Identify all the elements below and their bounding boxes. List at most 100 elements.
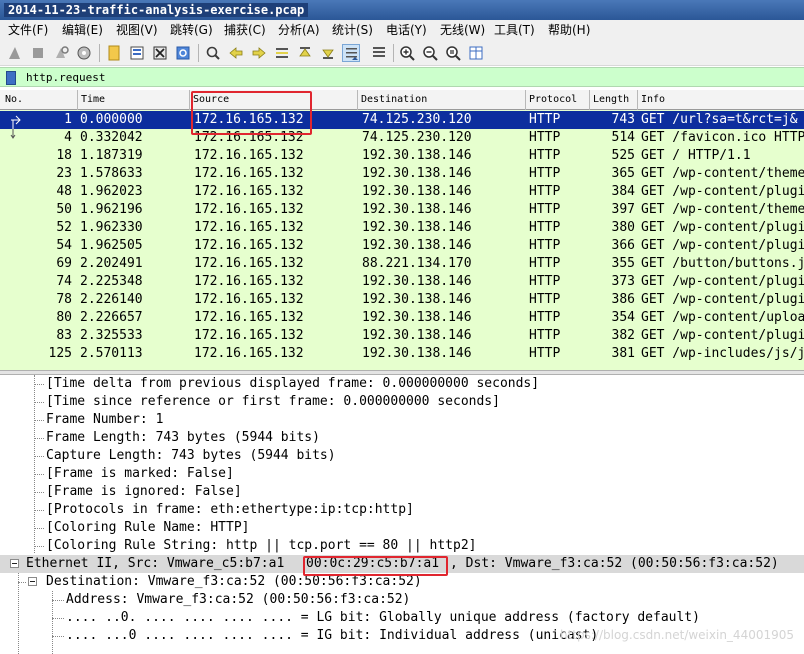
zoom-normal-icon[interactable] — [444, 44, 462, 62]
packet-list[interactable]: No. Time Source Destination Protocol Len… — [0, 90, 804, 370]
packet-cell-no: 74 — [56, 274, 72, 289]
packet-cell-dst: 192.30.138.146 — [362, 346, 472, 361]
close-file-icon[interactable] — [151, 44, 169, 62]
packet-cell-proto: HTTP — [529, 166, 561, 181]
packet-cell-dst: 192.30.138.146 — [362, 274, 472, 289]
packet-cell-no: 50 — [56, 202, 72, 217]
packet-cell-src: 172.16.165.132 — [194, 148, 304, 163]
detail-frame-ignored[interactable]: [Frame is ignored: False] — [46, 483, 242, 501]
window-title: 2014-11-23-traffic-analysis-exercise.pca… — [4, 3, 309, 17]
packet-row[interactable]: 48 1.962023 172.16.165.132 192.30.138.146 HT… — [0, 183, 804, 201]
column-header-no[interactable]: No. — [2, 90, 78, 110]
packet-cell-len: 743 — [611, 112, 635, 127]
menu-edit[interactable]: 编辑(E) — [62, 23, 103, 37]
zoom-in-icon[interactable] — [398, 44, 416, 62]
packet-row[interactable]: 1 0.000000 172.16.165.132 74.125.230.120 HTT… — [0, 111, 804, 129]
packet-row[interactable]: 18 1.187319 172.16.165.132 192.30.138.146 HT… — [0, 147, 804, 165]
detail-coloring-rule-name[interactable]: [Coloring Rule Name: HTTP] — [46, 519, 250, 537]
packet-row[interactable]: 23 1.578633 172.16.165.132 192.30.138.146 HT… — [0, 165, 804, 183]
colorize-icon[interactable] — [370, 44, 388, 62]
menu-help[interactable]: 帮助(H) — [548, 23, 590, 37]
packet-cell-time: 2.202491 — [80, 256, 143, 271]
packet-cell-src: 172.16.165.132 — [194, 310, 304, 325]
menu-file[interactable]: 文件(F) — [8, 23, 48, 37]
request-arrow-icon — [10, 111, 22, 129]
packet-cell-dst: 74.125.230.120 — [362, 112, 472, 127]
zoom-out-icon[interactable] — [421, 44, 439, 62]
packet-row[interactable]: 125 2.570113 172.16.165.132 192.30.138.146 H… — [0, 345, 804, 363]
display-filter-input[interactable]: http.request — [26, 71, 105, 85]
menu-telephony[interactable]: 电话(Y) — [386, 23, 427, 37]
autoscroll-icon[interactable] — [342, 44, 360, 62]
menu-view[interactable]: 视图(V) — [116, 23, 158, 37]
open-folder-icon[interactable] — [105, 44, 123, 62]
packet-row[interactable]: 74 2.225348 172.16.165.132 192.30.138.146 HT… — [0, 273, 804, 291]
column-header-info[interactable]: Info — [638, 90, 804, 110]
packet-cell-no: 23 — [56, 166, 72, 181]
find-icon[interactable] — [204, 44, 222, 62]
packet-cell-no: 54 — [56, 238, 72, 253]
detail-frame-number[interactable]: Frame Number: 1 — [46, 411, 163, 429]
menu-analyze[interactable]: 分析(A) — [278, 23, 320, 37]
packet-cell-len: 514 — [611, 130, 635, 145]
options-gear-icon[interactable] — [75, 44, 93, 62]
column-header-protocol[interactable]: Protocol — [526, 90, 590, 110]
menu-statistics[interactable]: 统计(S) — [332, 23, 373, 37]
save-icon[interactable] — [128, 44, 146, 62]
column-header-source[interactable]: Source — [190, 90, 358, 110]
goto-packet-icon[interactable] — [273, 44, 291, 62]
last-packet-icon[interactable] — [319, 44, 337, 62]
packet-row[interactable]: 50 1.962196 172.16.165.132 192.30.138.146 HT… — [0, 201, 804, 219]
packet-cell-len: 365 — [611, 166, 635, 181]
column-header-length[interactable]: Length — [590, 90, 638, 110]
forward-arrow-icon[interactable] — [250, 44, 268, 62]
packet-row[interactable]: 69 2.202491 172.16.165.132 88.221.134.170 HT… — [0, 255, 804, 273]
stop-icon[interactable] — [29, 44, 47, 62]
detail-ig-bit[interactable]: .... ...0 .... .... .... .... = IG bit: … — [66, 627, 598, 645]
menu-go[interactable]: 跳转(G) — [170, 23, 213, 37]
packet-cell-info: GET /wp-includes/js/j — [641, 346, 804, 361]
packet-cell-time: 1.962505 — [80, 238, 143, 253]
resize-columns-icon[interactable] — [467, 44, 485, 62]
packet-details[interactable]: [Time delta from previous displayed fram… — [0, 375, 804, 654]
first-packet-icon[interactable] — [296, 44, 314, 62]
packet-cell-src: 172.16.165.132 — [194, 346, 304, 361]
restart-icon[interactable] — [52, 44, 70, 62]
detail-capture-length[interactable]: Capture Length: 743 bytes (5944 bits) — [46, 447, 336, 465]
bookmark-icon[interactable] — [6, 71, 16, 85]
detail-time-delta-displayed[interactable]: [Time delta from previous displayed fram… — [46, 375, 539, 393]
packet-cell-info: GET /favicon.ico HTTP — [641, 130, 804, 145]
packet-row[interactable]: 78 2.226140 172.16.165.132 192.30.138.146 HT… — [0, 291, 804, 309]
collapse-toggle-icon[interactable] — [28, 577, 37, 586]
packet-cell-proto: HTTP — [529, 328, 561, 343]
back-arrow-icon[interactable] — [227, 44, 245, 62]
packet-row[interactable]: 83 2.325533 172.16.165.132 192.30.138.146 HT… — [0, 327, 804, 345]
packet-cell-proto: HTTP — [529, 148, 561, 163]
detail-coloring-rule-string[interactable]: [Coloring Rule String: http || tcp.port … — [46, 537, 476, 555]
packet-cell-info: GET /wp-content/plugi — [641, 328, 804, 343]
menu-capture[interactable]: 捕获(C) — [224, 23, 266, 37]
packet-cell-time: 1.187319 — [80, 148, 143, 163]
menu-wireless[interactable]: 无线(W) — [440, 23, 485, 37]
packet-row[interactable]: 52 1.962330 172.16.165.132 192.30.138.146 HT… — [0, 219, 804, 237]
detail-destination[interactable]: Destination: Vmware_f3:ca:52 (00:50:56:f… — [28, 573, 422, 591]
packet-row[interactable]: 4 0.332042 172.16.165.132 74.125.230.120 HTT… — [0, 129, 804, 147]
menu-tools[interactable]: 工具(T) — [494, 23, 535, 37]
packet-cell-proto: HTTP — [529, 220, 561, 235]
collapse-toggle-icon[interactable] — [10, 559, 19, 568]
detail-frame-length[interactable]: Frame Length: 743 bytes (5944 bits) — [46, 429, 320, 447]
detail-ethernet-ii[interactable]: Ethernet II, Src: Vmware_c5:b7:a1 00:0c:… — [0, 555, 804, 573]
detail-protocols-in-frame[interactable]: [Protocols in frame: eth:ethertype:ip:tc… — [46, 501, 414, 519]
reload-icon[interactable] — [174, 44, 192, 62]
detail-time-since-reference[interactable]: [Time since reference or first frame: 0.… — [46, 393, 500, 411]
packet-cell-proto: HTTP — [529, 184, 561, 199]
shark-fin-icon[interactable] — [6, 44, 24, 62]
packet-cell-dst: 192.30.138.146 — [362, 328, 472, 343]
column-header-time[interactable]: Time — [78, 90, 190, 110]
detail-address[interactable]: Address: Vmware_f3:ca:52 (00:50:56:f3:ca… — [66, 591, 410, 609]
detail-frame-marked[interactable]: [Frame is marked: False] — [46, 465, 234, 483]
packet-row[interactable]: 54 1.962505 172.16.165.132 192.30.138.146 HT… — [0, 237, 804, 255]
column-header-destination[interactable]: Destination — [358, 90, 526, 110]
packet-row[interactable]: 80 2.226657 172.16.165.132 192.30.138.146 HT… — [0, 309, 804, 327]
detail-lg-bit[interactable]: .... ..0. .... .... .... .... = LG bit: … — [66, 609, 700, 627]
